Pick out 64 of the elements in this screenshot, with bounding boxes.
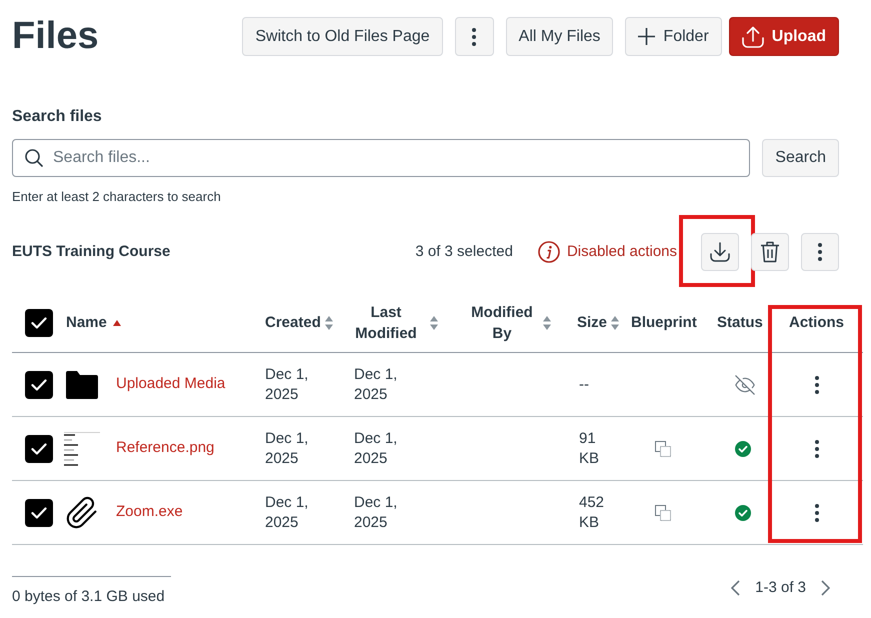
file-name-link[interactable]: Uploaded Media <box>116 373 226 396</box>
check-icon <box>31 506 47 518</box>
delete-button[interactable] <box>751 233 789 271</box>
previous-page-button[interactable] <box>731 580 740 596</box>
table-cell-text: -- <box>579 374 590 394</box>
course-name: EUTS Training Course <box>12 242 170 262</box>
table-cell-text: Dec 1, 2025 <box>265 364 310 404</box>
table-cell-text: 452 KB <box>579 492 606 532</box>
table-cell-text: Dec 1, 2025 <box>354 364 398 404</box>
check-icon <box>31 316 47 328</box>
checkbox[interactable] <box>25 308 53 336</box>
new-folder-button[interactable]: Folder <box>625 17 722 56</box>
column-header[interactable]: Size <box>577 312 620 333</box>
column-header: Blueprint <box>631 313 697 333</box>
column-header[interactable]: Name <box>66 312 121 333</box>
switch-view-button[interactable]: Switch to Old Files Page <box>242 17 443 56</box>
selection-count: 3 of 3 selected <box>415 242 513 262</box>
search-field[interactable]: Search files... <box>12 139 750 177</box>
column-header[interactable]: Modified By <box>466 302 551 344</box>
table-cell-text: Dec 1, 2025 <box>265 492 310 532</box>
more-button[interactable] <box>801 233 839 271</box>
plus-icon <box>638 28 656 45</box>
vertical-dots-icon <box>818 243 822 261</box>
table-cell-text: Dec 1, 2025 <box>354 492 398 532</box>
search-button[interactable]: Search <box>762 139 839 177</box>
search-icon <box>25 149 43 167</box>
disabled-actions-label: Disabled actions <box>566 242 677 262</box>
upload-button[interactable]: Upload <box>728 17 839 56</box>
trash-icon <box>760 241 780 263</box>
download-button[interactable] <box>701 233 739 271</box>
chevron-left-icon <box>731 580 740 596</box>
file-name-link[interactable]: Zoom.exe <box>116 501 183 524</box>
table-cell-text: Dec 1, 2025 <box>354 428 398 468</box>
vertical-dots-icon <box>472 28 476 46</box>
image-thumbnail <box>64 432 100 466</box>
pagination-label: 1-3 of 3 <box>755 578 806 598</box>
vertical-dots-icon <box>814 440 818 458</box>
checkbox[interactable] <box>25 434 53 462</box>
file-name-link[interactable]: Reference.png <box>116 437 214 460</box>
checkbox[interactable] <box>25 498 53 526</box>
search-hint: Enter at least 2 characters to search <box>12 188 221 206</box>
vertical-dots-icon <box>814 504 818 522</box>
table-cell-text: Dec 1, 2025 <box>265 428 310 468</box>
download-icon <box>710 242 730 262</box>
column-header[interactable]: Last Modified <box>350 302 438 344</box>
checkbox[interactable] <box>25 370 53 398</box>
chevron-right-icon <box>821 580 830 596</box>
table-cell-text: 91 KB <box>579 428 600 468</box>
upload-icon <box>742 26 764 48</box>
check-icon <box>31 442 47 454</box>
all-files-button[interactable]: All My Files <box>506 17 614 56</box>
folder-icon <box>66 370 98 398</box>
paperclip-icon <box>65 496 99 530</box>
more-button[interactable] <box>454 17 494 56</box>
info-icon <box>538 241 560 263</box>
check-icon <box>31 378 47 390</box>
column-header: Actions <box>788 313 844 333</box>
next-page-button[interactable] <box>821 580 830 596</box>
column-header: Status <box>717 313 763 333</box>
page-title: Files <box>12 17 99 56</box>
vertical-dots-icon <box>814 376 818 394</box>
column-header[interactable]: Created <box>265 312 333 333</box>
search-label: Search files <box>12 107 102 127</box>
storage-usage: 0 bytes of 3.1 GB used <box>12 587 165 607</box>
